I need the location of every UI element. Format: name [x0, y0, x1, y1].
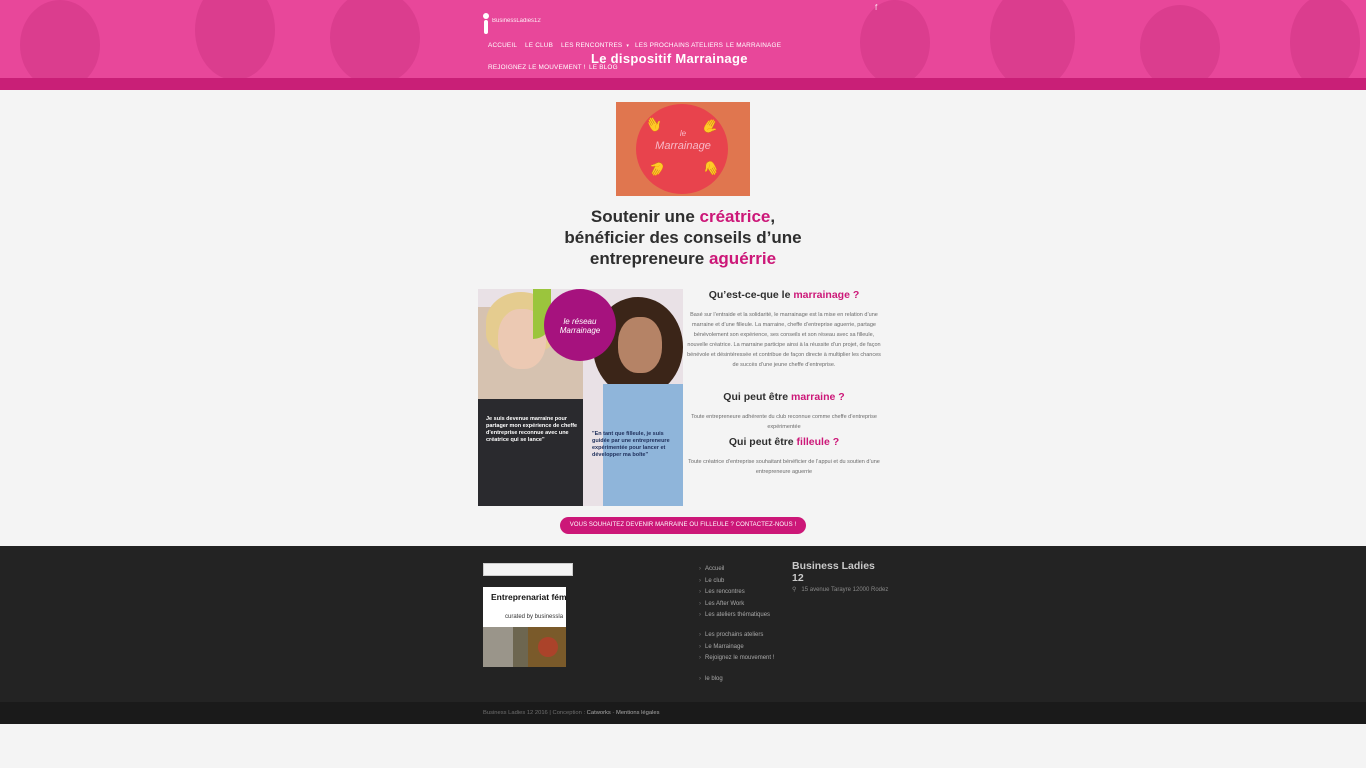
chevron-right-icon: › [699, 612, 701, 618]
section-title-marrainage: Qu’est-ce-que le marrainage ? [708, 289, 860, 301]
widget-curated: curated by businessla [505, 614, 564, 620]
banner-face [990, 0, 1075, 90]
footer-link-marrainage[interactable]: › Le Marrainage [699, 643, 779, 655]
facebook-icon[interactable]: f [875, 3, 877, 12]
chevron-right-icon: › [699, 643, 701, 650]
footer-menu: › Accueil › Le club › Les rencontres › Les A… [699, 565, 779, 687]
legal-link[interactable]: Mentions légales [616, 710, 660, 716]
banner-face [330, 0, 420, 85]
copyright-bar [0, 702, 1366, 724]
section-text-filleule: Toute créatrice d’entreprise souhaitant … [688, 459, 880, 475]
main-headline: Soutenir une créatrice, bénéficier des c… [564, 207, 802, 268]
footer-link-accueil[interactable]: › Accueil [699, 565, 779, 577]
chevron-right-icon: › [699, 589, 701, 595]
chevron-right-icon: › [699, 577, 701, 584]
section-text-marraine: Toute entrepreneure adhérente du club re… [691, 414, 877, 430]
banner-face [20, 0, 100, 90]
footer-address: ⚲ 15 avenue Tarayre 12000 Rodez [792, 587, 889, 593]
nav-item-accueil[interactable]: Accueil [488, 42, 517, 49]
widget-title: Entreprenariat fém [491, 592, 566, 602]
footer-link-blog[interactable]: › le blog [699, 675, 779, 687]
map-pin-icon: ⚲ [792, 587, 797, 593]
footer-link-ateliers-thematiques[interactable]: › Les ateliers thématiques [699, 611, 779, 631]
nav-item-marrainage[interactable]: Le marrainage [726, 42, 781, 49]
banner-face [860, 0, 930, 85]
marrainage-photo: le réseau Marrainage Je suis devenue mar… [478, 289, 683, 506]
footer-link-rencontres[interactable]: › Les rencontres [699, 588, 779, 600]
quote-marraine: Je suis devenue marraine pour partager m… [486, 416, 578, 443]
nav-item-les-rencontres[interactable]: Les rencontres ▾ [561, 42, 629, 49]
footer-search-input[interactable] [483, 563, 573, 576]
footer-link-le-club[interactable]: › Le club [699, 577, 779, 589]
widget-image [483, 627, 566, 667]
logo-text: BusinessLadies12 [492, 18, 541, 24]
page-title: Le dispositif Marrainage [591, 51, 748, 66]
section-title-marraine: Qui peut être marraine ? [723, 391, 845, 403]
chevron-down-icon: ▾ [626, 43, 630, 49]
credit-link[interactable]: Catworks [587, 710, 611, 716]
banner-band [0, 78, 1366, 90]
footer [0, 546, 1366, 702]
chevron-right-icon: › [699, 676, 701, 682]
logo-mark [483, 13, 489, 19]
section-text-marrainage: Basé sur l’entraide et la solidarité, le… [687, 312, 881, 368]
section-title-filleule: Qui peut être filleule ? [728, 436, 840, 448]
nav-item-label: Les rencontres [561, 42, 623, 49]
footer-link-rejoignez[interactable]: › Rejoignez le mouvement ! [699, 654, 779, 675]
chevron-right-icon: › [699, 655, 701, 661]
marrainage-logo-image: ✋ ✋ ✋ ✋ le Marrainage [616, 102, 750, 196]
nav-item-le-club[interactable]: Le club [525, 42, 553, 49]
footer-link-after-work[interactable]: › Les After Work [699, 600, 779, 612]
chevron-right-icon: › [699, 566, 701, 572]
footer-link-prochains-ateliers[interactable]: › Les prochains ateliers [699, 631, 779, 643]
quote-filleule: "En tant que filleule, je suis guidée pa… [592, 431, 670, 458]
footer-company-title: Business Ladies 12 [792, 560, 875, 584]
banner-face [195, 0, 275, 80]
scoopit-widget[interactable]: Entreprenariat fém curated by businessla [483, 587, 566, 667]
nav-item-prochains-ateliers[interactable]: Les prochains ateliers [635, 42, 723, 49]
contact-cta-button[interactable]: Vous souhaitez devenir marraine ou fille… [560, 517, 806, 534]
chevron-right-icon: › [699, 600, 701, 607]
nav-item-rejoignez[interactable]: Rejoignez le mouvement ! [488, 64, 586, 71]
copyright-text: Business Ladies 12 2016 | Conception : C… [483, 710, 660, 716]
banner-face [1290, 0, 1360, 90]
chevron-right-icon: › [699, 632, 701, 638]
